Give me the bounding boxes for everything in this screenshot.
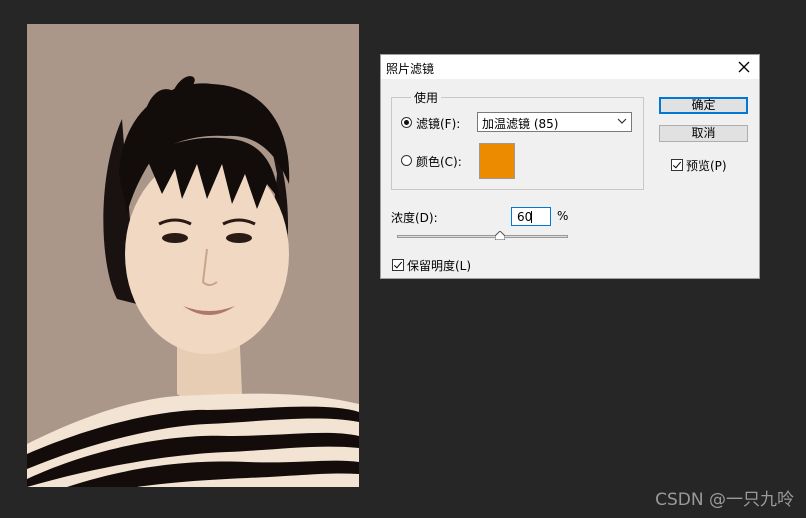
use-groupbox — [391, 97, 644, 190]
density-unit: % — [557, 209, 569, 223]
preserve-luminosity-checkbox[interactable] — [392, 259, 404, 271]
preview-checkbox[interactable] — [671, 159, 683, 171]
portrait-image — [27, 24, 359, 487]
filter-select[interactable]: 加温滤镜 (85) — [477, 112, 632, 132]
density-slider-thumb[interactable] — [494, 231, 505, 240]
preview-label: 预览(P) — [686, 159, 727, 173]
photo-filter-dialog: 照片滤镜 使用 滤镜(F): 加温滤镜 (85) 颜色(C): 浓度(D): 6… — [380, 54, 760, 279]
color-label: 颜色(C): — [416, 155, 462, 169]
dialog-titlebar: 照片滤镜 — [381, 55, 759, 79]
watermark: CSDN @一只九呤 — [655, 490, 794, 510]
close-icon — [738, 61, 750, 73]
ok-button[interactable]: 确定 — [659, 97, 748, 114]
cancel-button[interactable]: 取消 — [659, 125, 748, 142]
density-value: 60 — [517, 210, 533, 224]
color-swatch[interactable] — [479, 143, 515, 179]
filter-select-value: 加温滤镜 (85) — [482, 117, 559, 131]
dialog-title: 照片滤镜 — [386, 62, 435, 76]
density-label: 浓度(D): — [391, 211, 438, 225]
density-input[interactable]: 60 — [511, 207, 551, 226]
text-caret — [531, 211, 532, 223]
use-group-label: 使用 — [411, 89, 442, 106]
filter-radio[interactable] — [401, 117, 412, 128]
filter-label: 滤镜(F): — [416, 117, 461, 131]
preserve-luminosity-label: 保留明度(L) — [407, 259, 472, 273]
photo-canvas — [27, 24, 359, 487]
density-slider-track[interactable] — [397, 235, 568, 238]
color-radio[interactable] — [401, 155, 412, 166]
chevron-down-icon — [617, 118, 627, 124]
close-button[interactable] — [729, 55, 759, 79]
